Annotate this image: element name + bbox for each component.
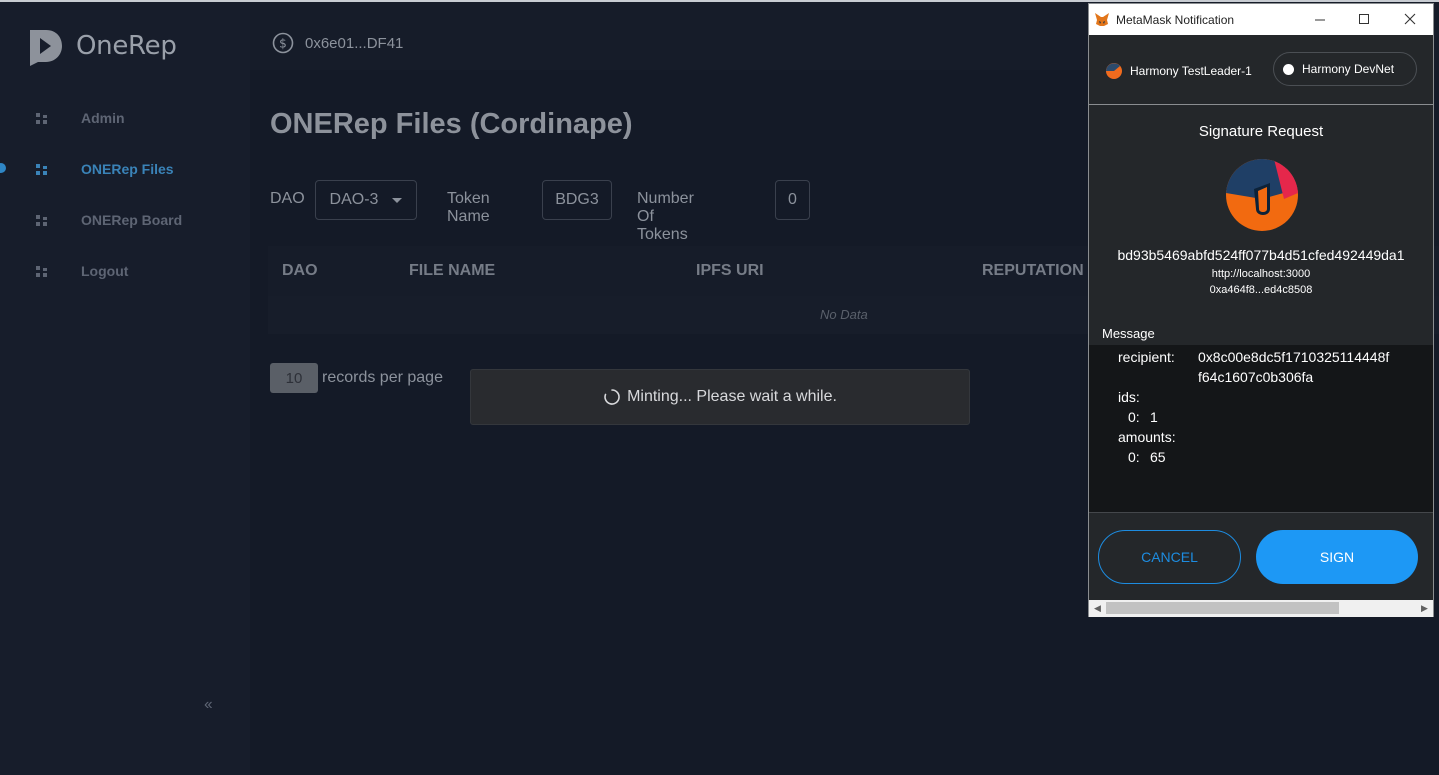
cancel-button[interactable]: CANCEL xyxy=(1098,530,1241,584)
message-key: recipient: xyxy=(1118,349,1175,365)
token-name-label: Token Name xyxy=(447,190,490,225)
message-key: 0: xyxy=(1128,449,1140,465)
column-header-file-name[interactable]: FILE NAME xyxy=(409,262,495,280)
minimize-icon[interactable] xyxy=(1310,10,1330,28)
scrollbar-thumb[interactable] xyxy=(1106,602,1339,614)
wallet-display[interactable]: $ 0x6e01...DF41 xyxy=(272,32,403,54)
message-key: ids: xyxy=(1118,389,1140,405)
message-label: Message xyxy=(1102,326,1155,341)
records-per-page-select[interactable]: 10 xyxy=(270,363,318,393)
token-name-field[interactable]: BDG3 xyxy=(542,180,612,220)
network-right-label: Harmony DevNet xyxy=(1302,62,1395,76)
grid-icon xyxy=(36,266,47,277)
grid-icon xyxy=(36,164,47,175)
sidebar-item-label: ONERep Board xyxy=(81,212,183,228)
close-icon[interactable] xyxy=(1400,10,1420,28)
app-logo[interactable]: OneRep xyxy=(26,26,177,66)
dao-select[interactable]: DAO-3 xyxy=(315,180,417,220)
number-of-tokens-field[interactable]: 0 xyxy=(775,180,810,220)
message-content[interactable]: recipient: 0x8c00e8dc5f1710325114448f f6… xyxy=(1089,345,1433,513)
pagination: 10 records per page xyxy=(270,363,443,393)
collapse-sidebar-button[interactable]: ‹‹ xyxy=(204,696,213,714)
column-header-dao[interactable]: DAO xyxy=(282,262,318,280)
sidebar: OneRep Admin ONERep Files ONERep Board L… xyxy=(0,2,250,775)
sidebar-item-logout[interactable]: Logout xyxy=(0,251,250,291)
toast-message: Minting... Please wait a while. xyxy=(627,388,837,405)
dao-select-value: DAO-3 xyxy=(329,191,379,208)
active-indicator xyxy=(0,163,6,173)
number-of-tokens-value: 0 xyxy=(788,191,797,208)
column-header-ipfs-uri[interactable]: IPFS URI xyxy=(696,262,764,280)
svg-text:$: $ xyxy=(279,37,287,51)
horizontal-scrollbar[interactable]: ◀ ▶ xyxy=(1089,600,1433,617)
sidebar-item-label: Admin xyxy=(81,110,125,126)
message-value: f64c1607c0b306fa xyxy=(1198,369,1314,385)
window-title: MetaMask Notification xyxy=(1116,13,1235,27)
empty-table-message: No Data xyxy=(820,307,868,322)
sign-button[interactable]: SIGN xyxy=(1256,530,1418,584)
page-title: ONERep Files (Cordinape) xyxy=(270,108,633,140)
wallet-address: 0x6e01...DF41 xyxy=(305,34,404,52)
message-key: 0: xyxy=(1128,409,1140,425)
spinner-icon xyxy=(604,389,620,405)
sidebar-item-onerep-files[interactable]: ONERep Files xyxy=(0,149,250,189)
maximize-icon[interactable] xyxy=(1354,10,1374,28)
network-bar: Harmony TestLeader-1 Harmony DevNet xyxy=(1089,35,1433,104)
onerep-logo-icon xyxy=(30,30,62,66)
network-selector[interactable]: Harmony DevNet xyxy=(1273,52,1417,86)
divider xyxy=(1089,104,1433,105)
harmony-network-icon xyxy=(1106,63,1122,79)
message-value: 1 xyxy=(1150,409,1158,425)
scroll-right-icon[interactable]: ▶ xyxy=(1421,603,1428,614)
chevron-down-icon xyxy=(392,197,403,203)
dollar-circle-icon: $ xyxy=(272,32,294,54)
sidebar-item-onerep-board[interactable]: ONERep Board xyxy=(0,200,250,240)
network-status-dot xyxy=(1283,63,1294,75)
token-name-value: BDG3 xyxy=(555,191,599,208)
dao-label: DAO xyxy=(270,190,305,207)
request-origin: http://localhost:3000 xyxy=(1211,268,1311,280)
scroll-left-icon[interactable]: ◀ xyxy=(1094,603,1101,614)
column-header-reputation[interactable]: REPUTATION xyxy=(982,262,1084,280)
window-titlebar[interactable]: MetaMask Notification xyxy=(1089,4,1433,35)
metamask-fox-icon xyxy=(1095,13,1109,26)
signing-account: 0xa464f8...ed4c8508 xyxy=(1209,284,1313,296)
message-value: 0x8c00e8dc5f1710325114448f xyxy=(1198,349,1390,365)
network-left-label: Harmony TestLeader-1 xyxy=(1130,64,1252,78)
message-key: amounts: xyxy=(1118,429,1176,445)
account-avatar-icon xyxy=(1226,159,1298,231)
grid-icon xyxy=(36,215,47,226)
app-name: OneRep xyxy=(76,31,177,61)
metamask-window: MetaMask Notification Harmony TestLeader… xyxy=(1088,3,1434,617)
minting-toast: Minting... Please wait a while. xyxy=(470,369,970,425)
grid-icon xyxy=(36,113,47,124)
sidebar-item-admin[interactable]: Admin xyxy=(0,98,250,138)
signing-address: bd93b5469abfd524ff077b4d51cfed492449da1 xyxy=(1117,247,1405,263)
records-per-page-label: records per page xyxy=(322,369,443,386)
signature-request-title: Signature Request xyxy=(1198,123,1324,140)
account-network[interactable]: Harmony TestLeader-1 xyxy=(1105,62,1252,80)
sidebar-item-label: ONERep Files xyxy=(81,161,174,177)
message-value: 65 xyxy=(1150,449,1166,465)
number-of-tokens-label: Number Of Tokens xyxy=(637,190,694,243)
sidebar-item-label: Logout xyxy=(81,263,129,279)
